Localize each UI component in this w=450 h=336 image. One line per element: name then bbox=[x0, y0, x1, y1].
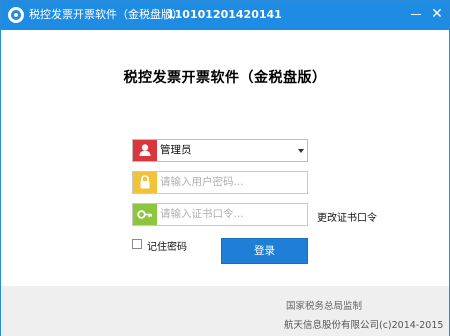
user-icon bbox=[133, 140, 157, 161]
login-window: 税控发票开票软件（金税盘版） 110101201420141 ✕ 税控发票开票软… bbox=[0, 0, 450, 336]
password-field[interactable]: 请输入用户密码... bbox=[132, 171, 308, 194]
remember-password-checkbox[interactable] bbox=[132, 239, 142, 249]
login-button[interactable]: 登录 bbox=[221, 238, 308, 264]
user-select[interactable]: 管理员 bbox=[132, 139, 308, 162]
footer: 国家税务总局监制 航天信息股份有限公司(c)2014-2015 bbox=[1, 286, 449, 336]
password-placeholder: 请输入用户密码... bbox=[160, 176, 244, 188]
minimize-button[interactable] bbox=[407, 5, 425, 23]
footer-copyright: 航天信息股份有限公司(c)2014-2015 bbox=[284, 320, 444, 331]
lock-icon bbox=[133, 172, 157, 193]
key-icon bbox=[133, 204, 157, 225]
user-select-value: 管理员 bbox=[160, 144, 192, 156]
cert-password-placeholder: 请输入证书口令... bbox=[160, 208, 244, 220]
footer-supervisor: 国家税务总局监制 bbox=[286, 301, 363, 312]
change-cert-password-link[interactable]: 更改证书口令 bbox=[317, 209, 377, 224]
close-button[interactable]: ✕ bbox=[428, 5, 446, 23]
window-title: 税控发票开票软件（金税盘版） bbox=[29, 8, 183, 21]
title-bar[interactable]: 税控发票开票软件（金税盘版） 110101201420141 ✕ bbox=[1, 1, 449, 30]
remember-password-label[interactable]: 记住密码 bbox=[147, 238, 187, 253]
cert-password-field[interactable]: 请输入证书口令... bbox=[132, 203, 308, 226]
chevron-down-icon[interactable] bbox=[298, 149, 304, 153]
page-title: 税控发票开票软件（金税盘版） bbox=[123, 70, 327, 86]
window-title-code: 110101201420141 bbox=[167, 8, 282, 21]
app-logo-icon bbox=[8, 7, 24, 23]
